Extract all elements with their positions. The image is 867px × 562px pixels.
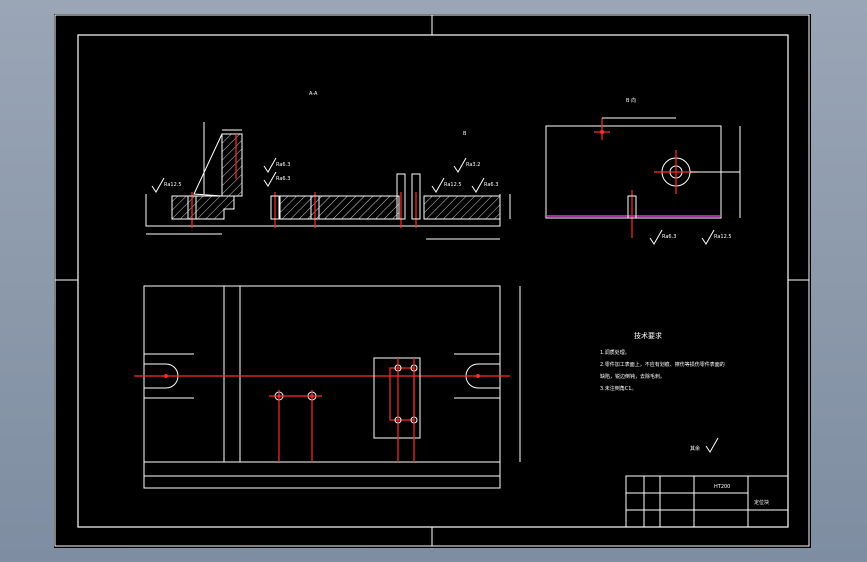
tech-req-line-1: 1.调质处理。 <box>600 349 630 356</box>
right-view-b: B 向 Ra12.5 Ra6.3 <box>545 97 741 245</box>
plan-view <box>134 285 521 489</box>
material-label: HT200 <box>714 484 730 490</box>
outer-border <box>54 14 810 547</box>
title-block: HT200 定位块 <box>625 475 789 528</box>
roughness-label: Ra12.5 <box>164 182 182 188</box>
general-roughness: 其余 <box>690 445 700 452</box>
tech-req-line-2: 2.零件加工表面上，不应有划痕、擦伤等损伤零件表面的 <box>600 361 725 368</box>
tech-req-line-3: 缺陷，锐边倒钝，去除毛刺。 <box>600 373 665 380</box>
cad-viewport: A-A B Ra12.5 Ra6.3 Ra6.3 Ra3.2 Ra12.5 Ra… <box>54 14 811 548</box>
roughness-label: Ra6.3 <box>276 162 290 168</box>
section-view-a: A-A B Ra12.5 Ra6.3 Ra6.3 Ra3.2 Ra12.5 Ra… <box>145 91 511 240</box>
roughness-label: Ra6.3 <box>276 176 290 182</box>
section-title: A-A <box>309 91 318 97</box>
roughness-label: Ra6.3 <box>484 182 498 188</box>
plan-holes <box>269 390 322 462</box>
tech-req-title: 技术要求 <box>634 331 662 340</box>
tech-req-line-4: 3.未注倒角C1。 <box>600 385 636 392</box>
view-label-b: B <box>463 131 467 137</box>
part-name: 定位块 <box>754 499 769 506</box>
inner-frame <box>77 34 789 528</box>
roughness-label: Ra12.5 <box>444 182 462 188</box>
view-b-title: B 向 <box>626 97 636 104</box>
technical-requirements: 技术要求 1.调质处理。 2.零件加工表面上，不应有划痕、擦伤等损伤零件表面的 … <box>600 331 725 453</box>
centering-marks <box>55 15 809 546</box>
roughness-label: Ra12.5 <box>714 234 732 240</box>
drawing-sheet: A-A B Ra12.5 Ra6.3 Ra6.3 Ra3.2 Ra12.5 Ra… <box>54 14 810 547</box>
roughness-label: Ra6.3 <box>662 234 676 240</box>
roughness-label: Ra3.2 <box>466 162 480 168</box>
